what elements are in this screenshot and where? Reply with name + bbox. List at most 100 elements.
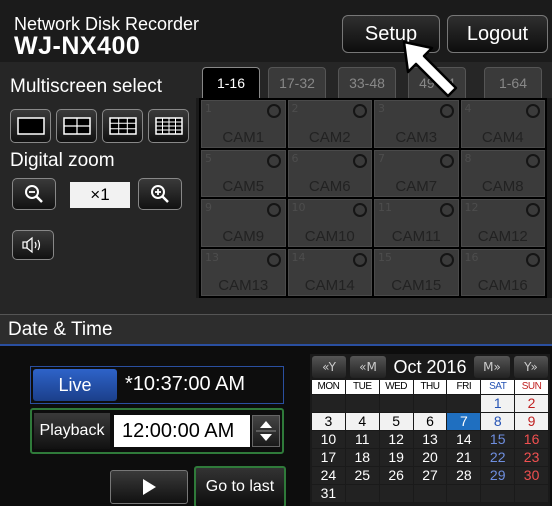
- calendar-blank: [481, 485, 515, 502]
- recording-indicator-icon: [526, 252, 540, 267]
- calendar-day[interactable]: 23: [515, 449, 548, 466]
- calendar-blank: [312, 395, 345, 412]
- tab-49-64[interactable]: 49-64: [408, 67, 466, 98]
- app-header: Network Disk Recorder WJ-NX400 Setup Log…: [0, 0, 552, 62]
- calendar-day[interactable]: 21: [447, 449, 481, 466]
- camera-cell[interactable]: 7 CAM7: [374, 149, 459, 197]
- prev-year-button[interactable]: «Y: [312, 356, 346, 378]
- camera-cell[interactable]: 6 CAM6: [287, 149, 372, 197]
- tab-1-64[interactable]: 1-64: [484, 67, 542, 98]
- time-spinner[interactable]: [252, 415, 280, 447]
- 9-screen-icon: [108, 117, 137, 135]
- calendar-day[interactable]: 17: [312, 449, 345, 466]
- calendar-blank: [515, 485, 548, 502]
- next-month-button[interactable]: M»: [474, 356, 510, 378]
- spin-down-icon[interactable]: [260, 434, 272, 441]
- camera-cell[interactable]: 4 CAM4: [460, 100, 545, 148]
- recording-indicator-icon: [439, 203, 454, 217]
- camera-cell[interactable]: 13 CAM13: [201, 248, 286, 296]
- calendar-day[interactable]: 6: [413, 413, 447, 430]
- go-to-last-button[interactable]: Go to last: [194, 466, 286, 506]
- camera-cell[interactable]: 14 CAM14: [287, 248, 372, 296]
- 16-screen-icon: [154, 117, 183, 135]
- camera-title: CAM10: [304, 227, 355, 245]
- play-button[interactable]: [110, 470, 188, 504]
- calendar-day[interactable]: 2: [515, 395, 548, 412]
- multiscreen-select-label: Multiscreen select: [10, 76, 163, 97]
- live-button[interactable]: Live: [33, 369, 117, 401]
- logout-button[interactable]: Logout: [447, 15, 548, 53]
- calendar-day[interactable]: 18: [345, 449, 379, 466]
- calendar-day[interactable]: 9: [515, 413, 548, 430]
- camera-group-tabs: 1-16 17-32 33-48 49-64 1-64: [196, 62, 552, 98]
- camera-cell[interactable]: 10 CAM10: [287, 199, 372, 247]
- calendar-day[interactable]: 3: [312, 413, 345, 430]
- zoom-out-button[interactable]: [12, 178, 56, 210]
- camera-cell[interactable]: 11 CAM11: [374, 199, 459, 247]
- calendar-day[interactable]: 7: [447, 413, 481, 430]
- calendar-day[interactable]: 30: [515, 467, 548, 484]
- playback-time-field[interactable]: 12:00:00 AM: [114, 415, 250, 447]
- calendar-blank: [447, 395, 481, 412]
- calendar-day[interactable]: 26: [379, 467, 413, 484]
- calendar-month: Oct 2016: [393, 356, 467, 377]
- tab-33-48[interactable]: 33-48: [338, 67, 396, 98]
- weekday-header: SAT: [481, 380, 515, 394]
- layout-1-button[interactable]: [10, 109, 51, 143]
- calendar-grid: MON TUE WED THU FRI SAT SUN 1 2 3 4 5 6 7 8 9 10 11 12 13 14…: [312, 380, 548, 502]
- calendar-day[interactable]: 29: [481, 467, 515, 484]
- layout-4-button[interactable]: [56, 109, 97, 143]
- calendar-day[interactable]: 27: [413, 467, 447, 484]
- calendar-day[interactable]: 12: [379, 431, 413, 448]
- calendar-blank: [413, 485, 447, 502]
- calendar-day[interactable]: 16: [515, 431, 548, 448]
- camera-cell[interactable]: 12 CAM12: [460, 199, 545, 247]
- camera-cell[interactable]: 1 CAM1: [201, 100, 286, 148]
- calendar-day[interactable]: 20: [413, 449, 447, 466]
- camera-title: CAM15: [391, 277, 442, 294]
- prev-month-button[interactable]: «M: [350, 356, 386, 378]
- next-year-button[interactable]: Y»: [514, 356, 548, 378]
- calendar-day[interactable]: 11: [345, 431, 379, 448]
- calendar-day[interactable]: 15: [481, 431, 515, 448]
- recording-indicator-icon: [526, 104, 540, 118]
- tab-1-16[interactable]: 1-16: [202, 67, 260, 98]
- layout-16-button[interactable]: [148, 109, 189, 143]
- recording-indicator-icon: [353, 104, 367, 118]
- calendar-day[interactable]: 25: [345, 467, 379, 484]
- calendar-day[interactable]: 22: [481, 449, 515, 466]
- calendar-day[interactable]: 4: [345, 413, 379, 430]
- date-time-header: Date & Time: [0, 314, 552, 344]
- calendar-day[interactable]: 19: [379, 449, 413, 466]
- playback-button[interactable]: Playback: [34, 413, 110, 449]
- recording-indicator-icon: [353, 153, 367, 168]
- camera-cell[interactable]: 9 CAM9: [201, 199, 286, 247]
- tab-17-32[interactable]: 17-32: [268, 67, 326, 98]
- spin-up-icon[interactable]: [260, 421, 272, 428]
- calendar-day[interactable]: 8: [481, 413, 515, 430]
- calendar-day[interactable]: 28: [447, 467, 481, 484]
- camera-title: CAM7: [395, 178, 438, 195]
- camera-cell[interactable]: 8 CAM8: [460, 149, 545, 197]
- camera-cell[interactable]: 5 CAM5: [201, 149, 286, 197]
- calendar-day[interactable]: 24: [312, 467, 345, 484]
- camera-cell[interactable]: 2 CAM2: [287, 100, 372, 148]
- calendar-day[interactable]: 5: [379, 413, 413, 430]
- camera-cell[interactable]: 15 CAM15: [374, 248, 459, 296]
- calendar-day[interactable]: 31: [312, 485, 345, 502]
- audio-button[interactable]: [12, 230, 54, 260]
- calendar-day[interactable]: 14: [447, 431, 481, 448]
- camera-title: CAM14: [304, 277, 355, 294]
- play-icon: [143, 479, 156, 495]
- recording-indicator-icon: [353, 252, 367, 267]
- calendar-day[interactable]: 13: [413, 431, 447, 448]
- calendar-day[interactable]: 10: [312, 431, 345, 448]
- camera-title: CAM2: [308, 128, 351, 146]
- setup-button[interactable]: Setup: [342, 15, 440, 53]
- layout-9-button[interactable]: [102, 109, 143, 143]
- camera-cell[interactable]: 3 CAM3: [374, 100, 459, 148]
- calendar-day[interactable]: 1: [481, 395, 515, 412]
- camera-cell[interactable]: 16 CAM16: [460, 248, 545, 296]
- zoom-in-button[interactable]: [138, 178, 182, 210]
- recording-indicator-icon: [266, 252, 281, 267]
